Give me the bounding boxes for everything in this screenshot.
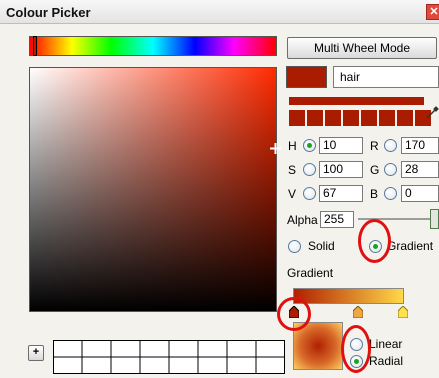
green-radio[interactable] xyxy=(384,163,397,176)
palette-swatch[interactable] xyxy=(343,110,359,126)
alpha-input[interactable]: 255 xyxy=(320,211,354,228)
value-label: V xyxy=(288,187,297,201)
saturation-value-square[interactable] xyxy=(29,67,277,312)
annotation-circle-radial-radio xyxy=(341,325,371,373)
gradient-label: Gradient xyxy=(387,239,434,253)
solid-radio[interactable] xyxy=(288,240,301,253)
gradient-stop-icon[interactable] xyxy=(398,306,408,318)
window-title: Colour Picker xyxy=(6,5,91,20)
swatch-grid[interactable] xyxy=(53,340,285,374)
annotation-circle-gradient-radio xyxy=(358,219,391,263)
saturation-radio[interactable] xyxy=(303,163,316,176)
hue-input[interactable]: 10 xyxy=(319,137,363,154)
value-radio[interactable] xyxy=(303,187,316,200)
palette-swatch[interactable] xyxy=(397,110,413,126)
hue-label: H xyxy=(288,139,297,153)
title-bar: Colour Picker ✕ xyxy=(0,0,439,24)
hue-strip[interactable] xyxy=(29,36,277,56)
alpha-label: Alpha xyxy=(287,213,318,227)
palette-swatch[interactable] xyxy=(361,110,377,126)
value-input[interactable]: 67 xyxy=(319,185,363,202)
eyedropper-icon[interactable] xyxy=(425,106,439,120)
saturation-label: S xyxy=(288,163,297,177)
palette-swatch[interactable] xyxy=(289,110,305,126)
saturation-input[interactable]: 100 xyxy=(319,161,363,178)
hue-marker[interactable] xyxy=(33,36,37,56)
add-swatch-button[interactable]: + xyxy=(28,345,44,361)
green-input[interactable]: 28 xyxy=(401,161,439,178)
gradient-bar[interactable] xyxy=(293,288,404,304)
palette-swatch[interactable] xyxy=(307,110,323,126)
green-label: G xyxy=(370,163,380,177)
palette-swatch[interactable] xyxy=(379,110,395,126)
red-radio[interactable] xyxy=(384,139,397,152)
blue-input[interactable]: 0 xyxy=(401,185,439,202)
gradient-section-label: Gradient xyxy=(287,266,334,280)
red-input[interactable]: 170 xyxy=(401,137,439,154)
gradient-stop-icon[interactable] xyxy=(353,306,363,318)
crosshair-icon[interactable] xyxy=(270,143,281,154)
annotation-circle-gradient-stop xyxy=(277,297,311,331)
multi-wheel-mode-button[interactable]: Multi Wheel Mode xyxy=(287,37,437,59)
close-icon[interactable]: ✕ xyxy=(426,4,439,20)
red-label: R xyxy=(370,139,379,153)
palette-swatch[interactable] xyxy=(325,110,341,126)
current-color-swatch xyxy=(286,66,327,88)
solid-label: Solid xyxy=(308,239,335,253)
linear-label: Linear xyxy=(369,337,403,351)
hue-radio[interactable] xyxy=(303,139,316,152)
radial-label: Radial xyxy=(369,354,404,368)
blue-label: B xyxy=(370,187,379,201)
color-history-bar xyxy=(289,97,424,105)
blue-radio[interactable] xyxy=(384,187,397,200)
alpha-slider-thumb[interactable] xyxy=(430,209,439,229)
color-name-input[interactable]: hair xyxy=(333,66,439,88)
